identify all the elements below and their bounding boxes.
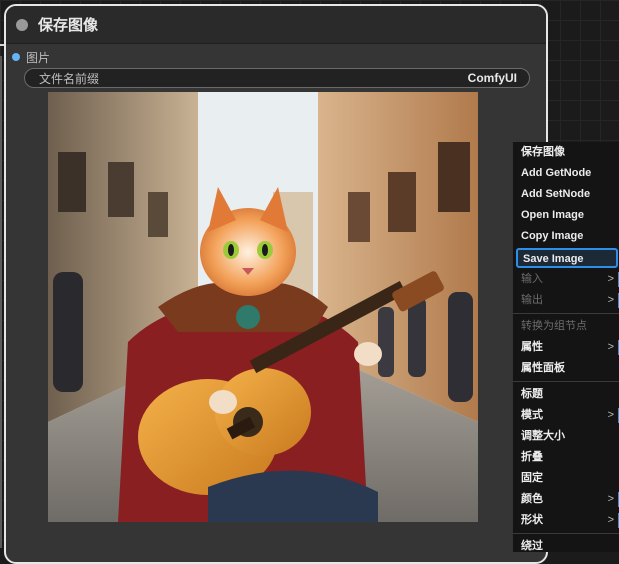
submenu-arrow-icon: >	[608, 489, 619, 510]
cat-guitarist-image	[48, 92, 478, 522]
menu-item-resize[interactable]: 调整大小	[513, 426, 619, 447]
menu-item-label: 输入	[521, 273, 543, 285]
menu-item-convert-to-group-node[interactable]: 转换为组节点	[513, 316, 619, 337]
filename-prefix-widget[interactable]: 文件名前缀 ComfyUI	[24, 68, 530, 88]
menu-item-bypass[interactable]: 绕过	[513, 536, 619, 557]
menu-item-label: 颜色	[521, 493, 543, 505]
menu-item-shapes[interactable]: 形状 >	[513, 510, 619, 531]
menu-item-label: 模式	[521, 409, 543, 421]
menu-item-colors[interactable]: 颜色 >	[513, 489, 619, 510]
menu-item-open-image[interactable]: Open Image	[513, 205, 619, 226]
menu-item-properties-panel[interactable]: 属性面板	[513, 358, 619, 379]
link-wire-vertical	[0, 56, 2, 548]
input-slot-dot-icon[interactable]	[12, 53, 20, 61]
submenu-arrow-icon: >	[608, 290, 619, 311]
menu-separator	[513, 533, 619, 534]
input-slot-label: 图片	[26, 50, 51, 65]
menu-item-copy-image[interactable]: Copy Image	[513, 226, 619, 247]
menu-item-collapse[interactable]: 折叠	[513, 447, 619, 468]
node-header[interactable]: 保存图像	[6, 6, 546, 44]
widget-value: ComfyUI	[467, 71, 517, 85]
input-slot-images[interactable]: 图片	[12, 48, 50, 66]
menu-separator	[513, 313, 619, 314]
menu-item-label: 输出	[521, 294, 543, 306]
menu-item-label: 形状	[521, 514, 543, 526]
menu-item-add-setnode[interactable]: Add SetNode	[513, 184, 619, 205]
menu-item-pin[interactable]: 固定	[513, 468, 619, 489]
menu-separator	[513, 381, 619, 382]
submenu-arrow-icon: >	[608, 405, 619, 426]
menu-item-add-getnode[interactable]: Add GetNode	[513, 163, 619, 184]
submenu-arrow-icon: >	[608, 269, 619, 290]
widget-label: 文件名前缀	[39, 71, 100, 86]
collapse-toggle-icon[interactable]	[16, 18, 28, 31]
menu-item-title[interactable]: 标题	[513, 384, 619, 405]
menu-item-save-image[interactable]: Save Image	[516, 248, 618, 268]
context-menu: 保存图像 Add GetNode Add SetNode Open Image …	[512, 142, 619, 552]
menu-item-mode[interactable]: 模式 >	[513, 405, 619, 426]
menu-item-outputs[interactable]: 输出 >	[513, 290, 619, 311]
submenu-arrow-icon: >	[608, 337, 619, 358]
graph-canvas[interactable]: 保存图像 图片 文件名前缀 ComfyUI 保存图像 Add GetNode A…	[0, 0, 619, 564]
save-image-node[interactable]: 保存图像 图片 文件名前缀 ComfyUI	[4, 4, 548, 564]
menu-item-inputs[interactable]: 输入 >	[513, 269, 619, 290]
submenu-arrow-icon: >	[608, 510, 619, 531]
node-title: 保存图像	[38, 17, 99, 34]
menu-item-properties[interactable]: 属性 >	[513, 337, 619, 358]
menu-item-label: 属性	[521, 341, 543, 353]
menu-title: 保存图像	[521, 146, 565, 158]
image-preview[interactable]	[48, 92, 478, 522]
